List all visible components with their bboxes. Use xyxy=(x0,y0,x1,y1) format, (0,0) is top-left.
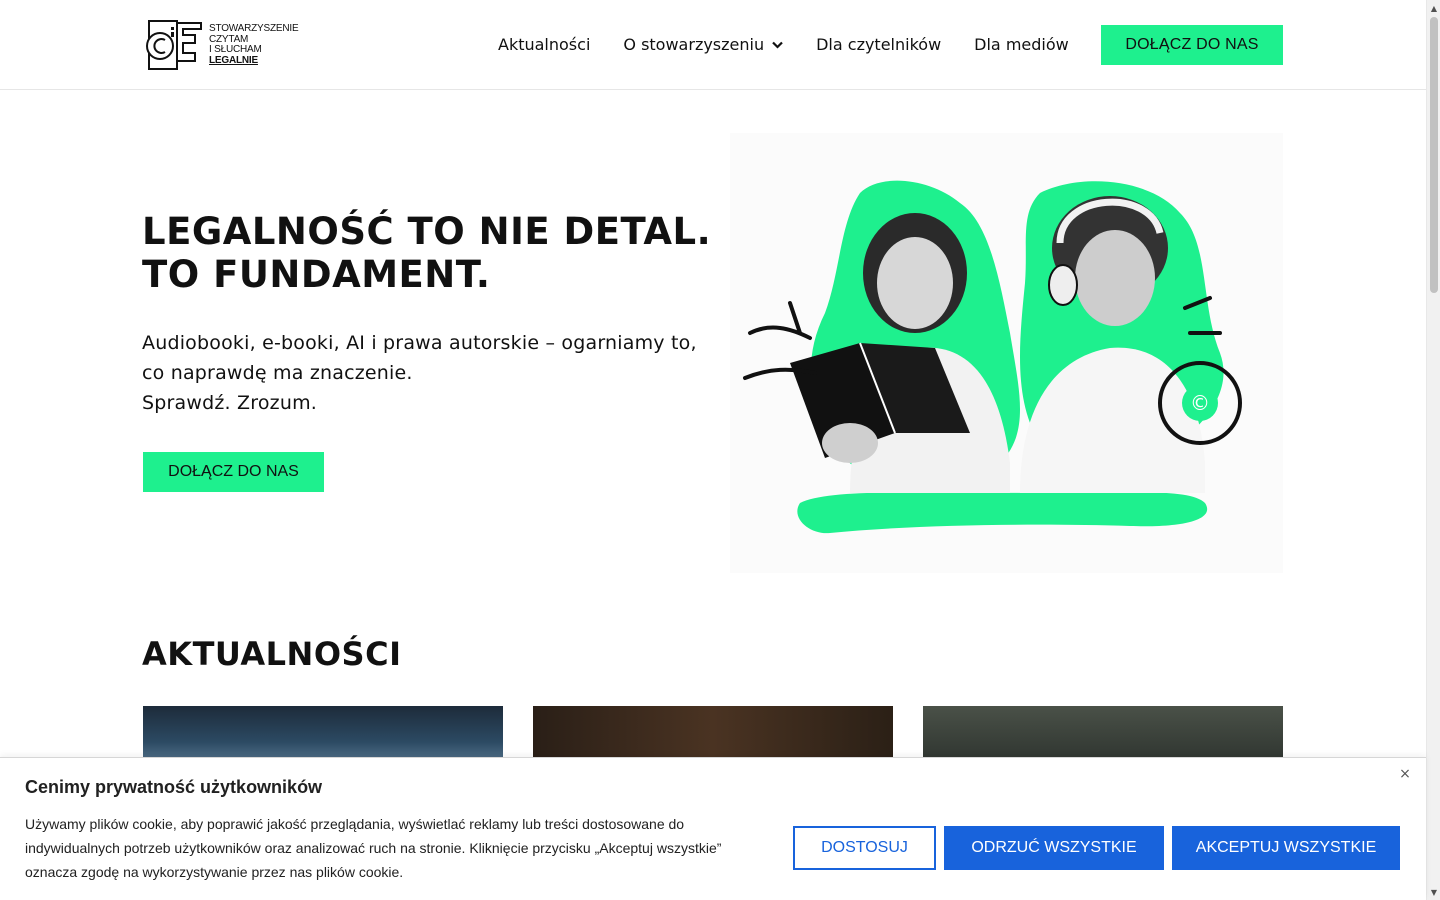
nav-item-label: Aktualności xyxy=(498,34,591,54)
nav-item-aktualnosci[interactable]: Aktualności xyxy=(498,35,590,54)
cookie-banner-title: Cenimy prywatność użytkowników xyxy=(25,777,323,797)
cookie-text-line: indywidualnych potrzeb użytkowników oraz… xyxy=(25,840,722,856)
accept-all-cookies-button[interactable]: AKCEPTUJ WSZYSTKIE xyxy=(1172,826,1400,870)
page-scrollbar[interactable]: ▲ ▼ xyxy=(1426,0,1440,900)
join-button-hero[interactable]: DOŁĄCZ DO NAS xyxy=(143,452,324,492)
hero-title-line: LEGALNOŚĆ TO NIE DETAL. xyxy=(142,210,712,253)
reject-all-cookies-button[interactable]: ODRZUĆ WSZYSTKIE xyxy=(944,826,1164,870)
nav-item-dla-mediow[interactable]: Dla mediów xyxy=(974,35,1069,54)
logo-mark-icon xyxy=(146,20,202,70)
close-icon[interactable]: × xyxy=(1397,766,1413,782)
join-button-header[interactable]: DOŁĄCZ DO NAS xyxy=(1101,25,1283,65)
scrollbar-thumb[interactable] xyxy=(1430,17,1438,293)
hero-subtitle-line: co naprawdę ma znaczenie. xyxy=(142,362,413,384)
hero-illustration-image: © xyxy=(743,180,1242,534)
site-header: STOWARZYSZENIE CZYTAM I SŁUCHAM LEGALNIE… xyxy=(0,0,1426,90)
nav-item-label: O stowarzyszeniu xyxy=(623,34,765,54)
hero-illustration: © xyxy=(730,133,1283,573)
nav-item-label: Dla mediów xyxy=(974,34,1069,54)
main-nav: Aktualności O stowarzyszeniu Dla czyteln… xyxy=(498,31,1102,57)
chevron-down-icon xyxy=(772,39,783,52)
news-section-title: AKTUALNOŚCI xyxy=(142,635,402,673)
hero-subtitle: Audiobooki, e-booki, AI i prawa autorski… xyxy=(142,328,702,418)
scroll-down-arrow-icon[interactable]: ▼ xyxy=(1427,884,1440,900)
cookie-text-line: Używamy plików cookie, aby poprawić jako… xyxy=(25,816,685,832)
hero-subtitle-line: Sprawdź. Zrozum. xyxy=(142,392,318,414)
hero-title-line: TO FUNDAMENT. xyxy=(142,253,491,296)
cookie-consent-banner: Cenimy prywatność użytkowników × Używamy… xyxy=(0,757,1426,900)
hero-title: LEGALNOŚĆ TO NIE DETAL. TO FUNDAMENT. xyxy=(142,210,742,296)
hero-subtitle-line: Audiobooki, e-booki, AI i prawa autorski… xyxy=(142,332,697,354)
nav-item-o-stowarzyszeniu[interactable]: O stowarzyszeniu xyxy=(623,35,783,54)
nav-item-label: Dla czytelników xyxy=(816,34,942,54)
scroll-up-arrow-icon[interactable]: ▲ xyxy=(1427,0,1440,16)
logo-text: STOWARZYSZENIE CZYTAM I SŁUCHAM LEGALNIE xyxy=(209,23,299,66)
cookie-text-line: oznacza zgodę na wykorzystywanie przez n… xyxy=(25,864,404,880)
svg-text:©: © xyxy=(1190,391,1210,415)
nav-item-dla-czytelnikow[interactable]: Dla czytelników xyxy=(816,35,941,54)
site-logo[interactable]: STOWARZYSZENIE CZYTAM I SŁUCHAM LEGALNIE xyxy=(143,18,303,72)
cookie-banner-text: Używamy plików cookie, aby poprawić jako… xyxy=(25,812,765,884)
customize-cookies-button[interactable]: DOSTOSUJ xyxy=(793,826,936,870)
